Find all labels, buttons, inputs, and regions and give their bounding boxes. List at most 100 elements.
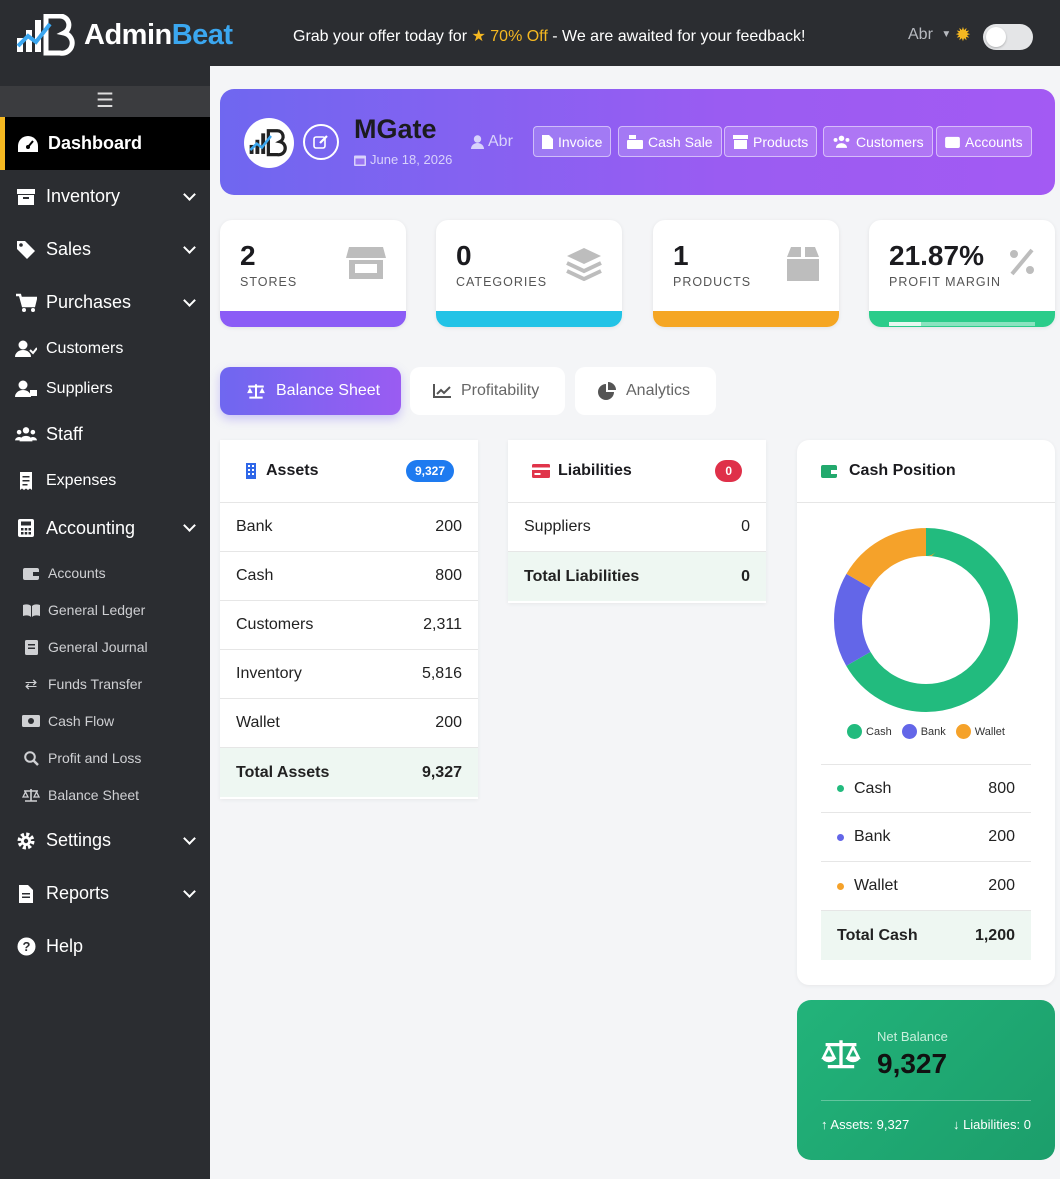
box-icon: [15, 188, 37, 206]
row-value: 0: [741, 518, 750, 535]
sidebar-item-sales[interactable]: Sales: [0, 223, 210, 276]
theme-toggle[interactable]: [983, 24, 1033, 50]
users-icon: [15, 426, 37, 442]
stat-label: PROFIT MARGIN: [889, 275, 1002, 289]
products-button[interactable]: Products: [724, 126, 818, 157]
sidebar-subitem-label: General Journal: [48, 639, 148, 655]
user-name: Abr: [908, 26, 933, 43]
row-name: Cash: [236, 567, 274, 584]
scale-icon: [821, 1040, 861, 1069]
users-icon: [833, 135, 850, 148]
button-label: Accounts: [965, 133, 1023, 150]
menu-toggle-button[interactable]: ☰: [0, 86, 210, 118]
app-name-part1: Admin: [84, 18, 172, 51]
card-title: Assets: [266, 462, 319, 479]
profit-margin-progress-track: [889, 322, 1035, 326]
stat-value: 1: [673, 240, 689, 271]
user-menu[interactable]: Abr ▼: [908, 26, 951, 44]
promo-banner: Grab your offer today for ★ 70% Off - We…: [293, 26, 805, 46]
store-logo: [244, 118, 294, 168]
sidebar-subitem-profit-and-loss[interactable]: Profit and Loss: [22, 749, 141, 767]
sidebar-item-staff[interactable]: Staff: [0, 409, 210, 459]
sidebar-subitem-balance-sheet[interactable]: Balance Sheet: [22, 786, 139, 804]
box-icon: [733, 134, 748, 149]
chevron-down-icon: [183, 519, 196, 532]
sidebar-item-accounting[interactable]: Accounting: [0, 503, 210, 553]
app-logo[interactable]: AdminBeat: [16, 14, 233, 56]
table-row: Suppliers 0: [508, 503, 766, 552]
gauge-icon: [17, 135, 39, 153]
sidebar-subitem-general-ledger[interactable]: General Ledger: [22, 601, 145, 619]
sidebar-subitem-label: Cash Flow: [48, 713, 115, 729]
sidebar-item-label: Reports: [46, 883, 110, 903]
sidebar-item-label: Help: [46, 936, 84, 956]
sidebar-item-customers[interactable]: Customers: [0, 329, 210, 369]
accounts-button[interactable]: Accounts: [936, 126, 1032, 157]
stat-card-products: 1 PRODUCTS: [653, 220, 839, 327]
calculator-icon: [15, 519, 37, 537]
button-label: Cash Sale: [648, 133, 713, 150]
sidebar-item-dashboard[interactable]: Dashboard: [0, 117, 210, 170]
tab-balance-sheet[interactable]: Balance Sheet: [220, 367, 401, 415]
legend-item-bank[interactable]: Bank: [901, 724, 946, 739]
cash-donut-chart: [834, 528, 1018, 712]
sidebar-item-expenses[interactable]: Expenses: [0, 459, 210, 503]
series-dot: [837, 785, 844, 792]
sidebar-item-suppliers[interactable]: Suppliers: [0, 369, 210, 409]
sidebar-item-label: Dashboard: [48, 133, 143, 153]
sidebar-subitem-accounts[interactable]: Accounts: [22, 564, 106, 582]
liabilities-badge: 0: [715, 460, 742, 482]
wallet-icon: [945, 136, 960, 148]
sidebar-item-reports[interactable]: Reports: [0, 867, 210, 920]
credit-card-icon: [532, 464, 550, 478]
liabilities-card: Liabilities 0 Suppliers 0 Total Liabiliti…: [508, 440, 766, 603]
sun-icon: ✹: [955, 25, 971, 46]
stat-label: CATEGORIES: [456, 275, 548, 289]
sidebar-subitem-label: Funds Transfer: [48, 676, 143, 692]
stat-value: 21.87%: [889, 240, 984, 271]
file-icon: [542, 134, 553, 149]
date-text: June 18, 2026: [370, 152, 453, 167]
logo-icon: [249, 129, 287, 157]
box-icon: [787, 247, 819, 281]
net-liabilities: ↓ Liabilities: 0: [953, 1117, 1031, 1132]
tab-label: Analytics: [626, 382, 691, 399]
tab-profitability[interactable]: Profitability: [410, 367, 565, 415]
arrow-down-icon: ↓: [952, 1117, 960, 1132]
promo-text: Grab your offer today for: [293, 28, 468, 45]
sidebar-subitem-cash-flow[interactable]: Cash Flow: [22, 712, 114, 730]
chevron-down-icon: [183, 831, 196, 845]
total-label: Total Liabilities: [524, 567, 640, 585]
money-icon: [22, 715, 40, 727]
stat-value: 2: [240, 240, 256, 271]
cash-sale-button[interactable]: Cash Sale: [618, 126, 722, 157]
sidebar-item-label: Expenses: [46, 472, 117, 489]
sidebar-subitem-label: Profit and Loss: [48, 750, 142, 766]
legend-item-wallet[interactable]: Wallet: [955, 724, 1005, 739]
chart-line-icon: [433, 384, 451, 398]
row-name: Customers: [236, 616, 314, 633]
customers-button[interactable]: Customers: [823, 126, 933, 157]
sidebar-item-help[interactable]: ? Help: [0, 920, 210, 973]
sidebar-item-purchases[interactable]: Purchases: [0, 276, 210, 329]
row-value: 5,816: [421, 665, 462, 682]
total-value: 0: [741, 567, 750, 585]
search-dollar-icon: [22, 750, 40, 766]
edit-store-button[interactable]: [303, 124, 339, 160]
sidebar-subitem-label: Balance Sheet: [48, 787, 140, 803]
legend-item-cash[interactable]: Cash: [847, 724, 892, 739]
question-icon: ?: [15, 937, 37, 956]
sidebar-item-label: Customers: [46, 340, 124, 357]
stat-card-profit-margin: 21.87% PROFIT MARGIN: [869, 220, 1055, 327]
net-assets: ↑ Assets: 9,327: [821, 1117, 909, 1132]
sidebar-item-settings[interactable]: Settings: [0, 814, 210, 867]
sidebar-item-label: Staff: [46, 423, 83, 444]
row-value: 200: [435, 714, 462, 731]
tab-analytics[interactable]: Analytics: [575, 367, 716, 415]
sidebar-subitem-general-journal[interactable]: General Journal: [22, 638, 148, 656]
total-value: 1,200: [974, 926, 1015, 944]
user-text: Abr: [488, 133, 513, 150]
sidebar-subitem-funds-transfer[interactable]: ⇄ Funds Transfer: [22, 675, 142, 693]
sidebar-item-inventory[interactable]: Inventory: [0, 170, 210, 223]
invoice-button[interactable]: Invoice: [533, 126, 612, 157]
